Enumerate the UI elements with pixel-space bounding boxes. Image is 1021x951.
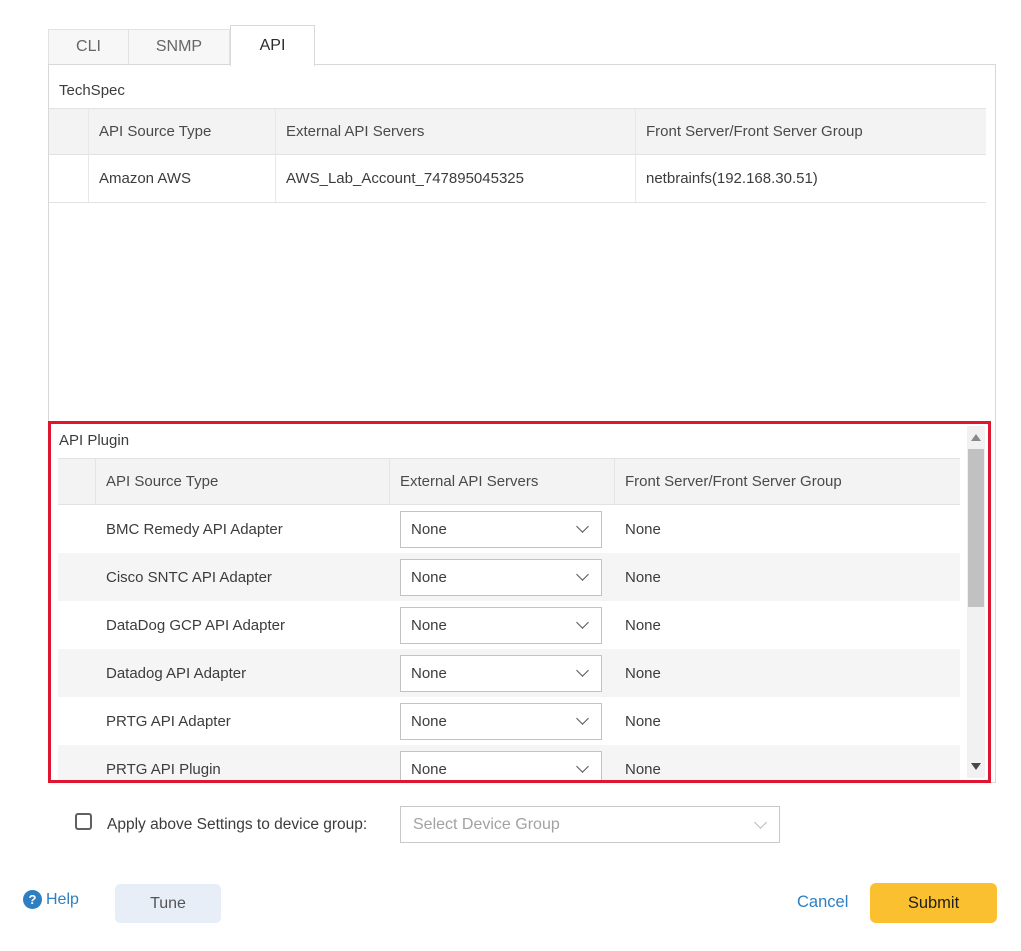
chevron-down-icon xyxy=(576,616,589,629)
chevron-down-icon xyxy=(576,568,589,581)
row-dropdown-cell: None xyxy=(390,601,615,649)
dropdown-value: None xyxy=(411,521,447,538)
techspec-table-row[interactable]: Amazon AWS AWS_Lab_Account_747895045325 … xyxy=(49,155,986,203)
dropdown-value: None xyxy=(411,665,447,682)
techspec-row-front-server: netbrainfs(192.168.30.51) xyxy=(636,155,986,202)
techspec-table: API Source Type External API Servers Fro… xyxy=(49,108,986,203)
row-dropdown-cell: None xyxy=(390,697,615,745)
dropdown-value: None xyxy=(411,569,447,586)
device-group-placeholder: Select Device Group xyxy=(413,816,560,834)
api-plugin-header-external-api-servers: External API Servers xyxy=(390,459,615,504)
apply-settings-checkbox[interactable] xyxy=(75,813,92,830)
tab-api-label: API xyxy=(260,37,286,55)
row-selector-cell xyxy=(58,697,96,745)
tab-api-active[interactable]: API xyxy=(230,25,315,66)
api-plugin-row-datadog-gcp: DataDog GCP API Adapter None None xyxy=(58,601,960,649)
chevron-down-icon xyxy=(576,664,589,677)
techspec-header-empty xyxy=(49,109,89,154)
row-dropdown-cell: None xyxy=(390,745,615,783)
external-api-servers-dropdown[interactable]: None xyxy=(400,751,602,784)
api-plugin-row-prtg-adapter: PRTG API Adapter None None xyxy=(58,697,960,745)
api-plugin-section: API Plugin API Source Type External API … xyxy=(48,421,991,783)
chevron-down-icon xyxy=(576,520,589,533)
techspec-header-front-server: Front Server/Front Server Group xyxy=(636,109,986,154)
row-front-server-value: None xyxy=(615,697,960,745)
row-selector-cell xyxy=(58,745,96,783)
row-label: PRTG API Adapter xyxy=(96,697,390,745)
row-label: Datadog API Adapter xyxy=(96,649,390,697)
techspec-row-api-source-type: Amazon AWS xyxy=(89,155,276,202)
row-dropdown-cell: None xyxy=(390,649,615,697)
row-dropdown-cell: None xyxy=(390,505,615,553)
api-plugin-row-bmc-remedy: BMC Remedy API Adapter None None xyxy=(58,505,960,553)
scrollbar-thumb[interactable] xyxy=(968,449,984,607)
tab-snmp[interactable]: SNMP xyxy=(128,29,230,65)
api-plugin-header-front-server: Front Server/Front Server Group xyxy=(615,459,960,504)
tab-cli[interactable]: CLI xyxy=(48,29,129,65)
techspec-header-api-source-type: API Source Type xyxy=(89,109,276,154)
techspec-table-header: API Source Type External API Servers Fro… xyxy=(49,108,986,155)
row-selector-cell xyxy=(58,649,96,697)
external-api-servers-dropdown[interactable]: None xyxy=(400,559,602,596)
row-label: BMC Remedy API Adapter xyxy=(96,505,390,553)
api-plugin-row-datadog: Datadog API Adapter None None xyxy=(58,649,960,697)
help-link[interactable]: Help xyxy=(46,891,79,909)
dropdown-value: None xyxy=(411,713,447,730)
external-api-servers-dropdown[interactable]: None xyxy=(400,511,602,548)
scroll-down-arrow-icon[interactable] xyxy=(971,763,981,770)
apply-settings-label: Apply above Settings to device group: xyxy=(107,816,367,834)
row-label: PRTG API Plugin xyxy=(96,745,390,783)
submit-button[interactable]: Submit xyxy=(870,883,997,923)
external-api-servers-dropdown[interactable]: None xyxy=(400,703,602,740)
external-api-servers-dropdown[interactable]: None xyxy=(400,607,602,644)
techspec-row-selector-cell xyxy=(49,155,89,202)
techspec-row-external-api-servers: AWS_Lab_Account_747895045325 xyxy=(276,155,636,202)
row-dropdown-cell: None xyxy=(390,553,615,601)
api-plugin-row-prtg-plugin: PRTG API Plugin None None xyxy=(58,745,960,783)
chevron-down-icon xyxy=(576,712,589,725)
tab-snmp-label: SNMP xyxy=(156,38,202,56)
help-icon[interactable]: ? xyxy=(23,890,42,909)
chevron-down-icon xyxy=(576,760,589,773)
row-selector-cell xyxy=(58,601,96,649)
row-front-server-value: None xyxy=(615,553,960,601)
row-selector-cell xyxy=(58,505,96,553)
vertical-scrollbar[interactable] xyxy=(967,426,985,778)
techspec-header-external-api-servers: External API Servers xyxy=(276,109,636,154)
techspec-section-title: TechSpec xyxy=(59,82,125,99)
dropdown-value: None xyxy=(411,761,447,778)
api-plugin-header-api-source-type: API Source Type xyxy=(96,459,390,504)
row-selector-cell xyxy=(58,553,96,601)
row-label: Cisco SNTC API Adapter xyxy=(96,553,390,601)
device-group-dropdown[interactable]: Select Device Group xyxy=(400,806,780,843)
api-plugin-table-header: API Source Type External API Servers Fro… xyxy=(58,458,960,505)
api-plugin-section-title: API Plugin xyxy=(59,432,129,449)
row-front-server-value: None xyxy=(615,649,960,697)
scroll-up-arrow-icon[interactable] xyxy=(971,434,981,441)
api-plugin-header-empty xyxy=(58,459,96,504)
row-front-server-value: None xyxy=(615,745,960,783)
row-front-server-value: None xyxy=(615,601,960,649)
cancel-link[interactable]: Cancel xyxy=(797,893,848,912)
tab-cli-label: CLI xyxy=(76,38,101,56)
row-front-server-value: None xyxy=(615,505,960,553)
external-api-servers-dropdown[interactable]: None xyxy=(400,655,602,692)
dropdown-value: None xyxy=(411,617,447,634)
tune-button[interactable]: Tune xyxy=(115,884,221,923)
api-plugin-table: API Source Type External API Servers Fro… xyxy=(58,458,960,783)
row-label: DataDog GCP API Adapter xyxy=(96,601,390,649)
api-plugin-row-cisco-sntc: Cisco SNTC API Adapter None None xyxy=(58,553,960,601)
chevron-down-icon xyxy=(754,816,767,829)
